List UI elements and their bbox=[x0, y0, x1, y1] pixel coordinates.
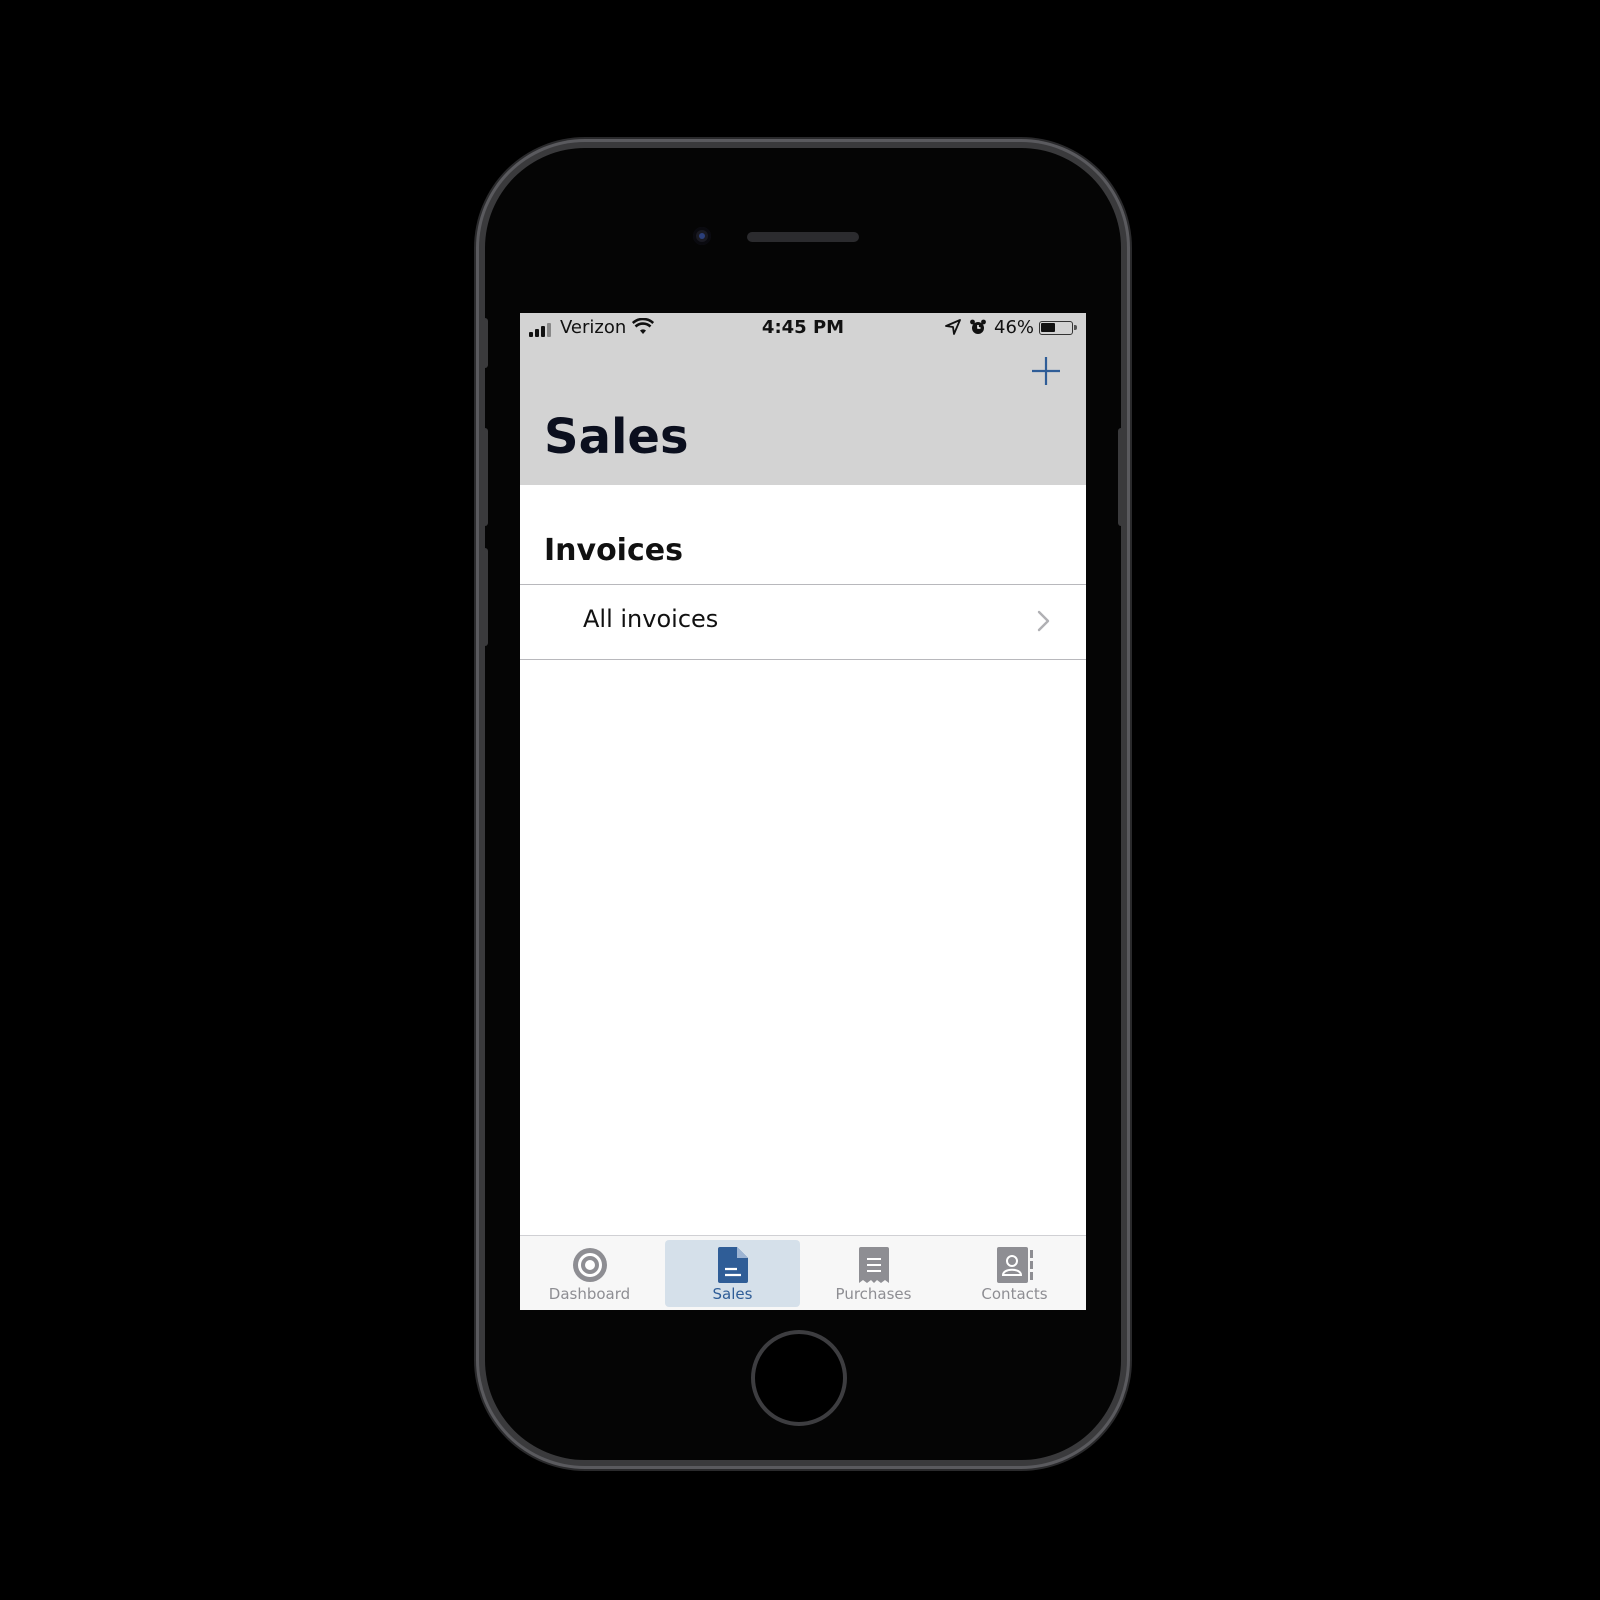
volume-down-button bbox=[480, 548, 488, 646]
section-title: Invoices bbox=[544, 533, 683, 568]
tab-label: Purchases bbox=[835, 1285, 912, 1303]
list-item-label: All invoices bbox=[583, 605, 719, 633]
document-icon bbox=[717, 1246, 749, 1288]
tab-purchases[interactable]: Purchases bbox=[806, 1240, 941, 1307]
power-button bbox=[1118, 428, 1126, 526]
chevron-right-icon bbox=[1037, 610, 1051, 636]
home-button[interactable] bbox=[751, 1330, 847, 1426]
tab-contacts[interactable]: Contacts bbox=[947, 1240, 1082, 1307]
battery-icon bbox=[1039, 321, 1077, 335]
page-title: Sales bbox=[544, 409, 689, 465]
add-button[interactable] bbox=[1030, 355, 1062, 387]
contact-book-icon bbox=[996, 1246, 1034, 1288]
earpiece-speaker bbox=[747, 232, 859, 242]
tab-label: Dashboard bbox=[548, 1285, 631, 1303]
volume-up-button bbox=[480, 428, 488, 526]
list-divider bbox=[520, 659, 1086, 660]
target-icon bbox=[571, 1246, 609, 1288]
list-item-all-invoices[interactable]: All invoices bbox=[520, 585, 1086, 659]
battery-percent: 46% bbox=[994, 317, 1035, 338]
receipt-icon bbox=[858, 1246, 890, 1288]
front-camera bbox=[693, 227, 711, 245]
tab-label: Sales bbox=[712, 1285, 753, 1303]
location-arrow-icon bbox=[945, 319, 961, 340]
mute-switch bbox=[480, 318, 488, 368]
tab-dashboard[interactable]: Dashboard bbox=[527, 1240, 652, 1307]
tab-sales[interactable]: Sales bbox=[665, 1240, 800, 1307]
tab-label: Contacts bbox=[981, 1285, 1048, 1303]
tab-bar: Dashboard Sales Purchases Contacts bbox=[520, 1235, 1086, 1310]
app-screen: Verizon 4:45 PM 46% Sales Invoices All i… bbox=[520, 313, 1086, 1310]
nav-header: Verizon 4:45 PM 46% Sales bbox=[520, 313, 1086, 485]
alarm-clock-icon bbox=[969, 318, 987, 341]
plus-icon bbox=[1032, 357, 1060, 385]
status-bar: Verizon 4:45 PM 46% bbox=[520, 313, 1086, 343]
